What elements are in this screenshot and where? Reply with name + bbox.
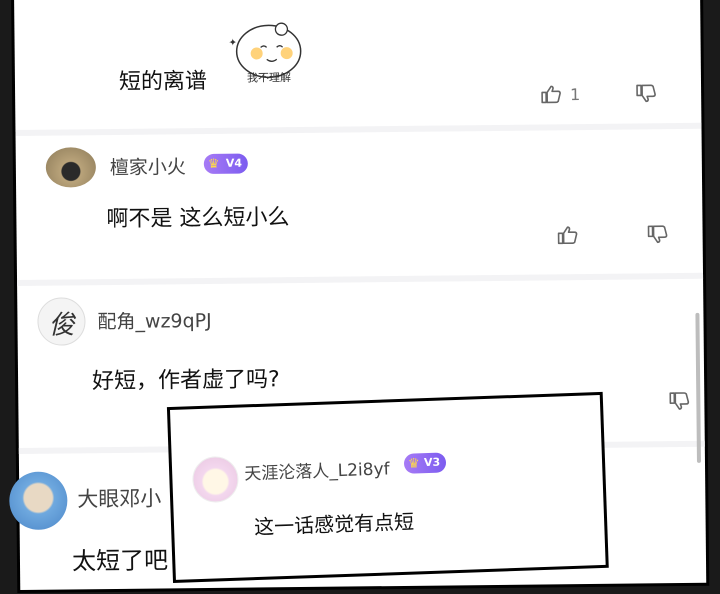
- thumbs-up-icon: [541, 85, 561, 104]
- username[interactable]: 檀家小火: [110, 152, 186, 180]
- comment-item: 短的离谱 ✦ 我不理解 1: [14, 0, 701, 130]
- thumbs-up-icon: [557, 226, 578, 245]
- dislike-button[interactable]: [646, 224, 668, 244]
- sticker-caption: 我不理解: [246, 71, 292, 85]
- avatar[interactable]: 俊: [37, 297, 86, 346]
- overlay-comment-card: 天涯沦落人_L2i8yf ♛ V3 这一话感觉有点短: [170, 394, 606, 580]
- crown-icon: ♛: [407, 456, 420, 472]
- comment-text: 短的离谱: [118, 68, 208, 95]
- level-badge-text: V4: [225, 156, 243, 170]
- comment-text: 啊不是 这么短小么: [106, 205, 290, 233]
- dislike-button[interactable]: [635, 83, 657, 103]
- like-button[interactable]: 1: [540, 84, 580, 104]
- thumbs-down-icon: [669, 392, 690, 410]
- comment-text: 太短了吧: [71, 546, 169, 576]
- thumbs-down-icon: [647, 225, 668, 244]
- avatar[interactable]: [45, 147, 97, 188]
- like-count: 1: [570, 84, 581, 104]
- username[interactable]: 配角_wz9qPJ: [97, 306, 212, 334]
- username[interactable]: 天涯沦落人_L2i8yf: [244, 454, 390, 484]
- comment-text: 好短，作者虚了吗?: [91, 367, 280, 395]
- thumbs-down-icon: [636, 84, 656, 103]
- sticker-image: ✦ 我不理解: [216, 17, 312, 88]
- comment-text: 这一话感觉有点短: [253, 509, 415, 540]
- comment-item: 檀家小火 ♛ V4 啊不是 这么短小么: [16, 129, 703, 276]
- svg-text:✦: ✦: [229, 38, 238, 49]
- level-badge: ♛ V3: [403, 452, 447, 474]
- username[interactable]: 大眼邓小: [77, 482, 161, 513]
- level-badge: ♛ V4: [203, 153, 249, 175]
- crown-icon: ♛: [207, 156, 220, 172]
- avatar-text: 俊: [48, 310, 75, 341]
- like-button[interactable]: [556, 225, 578, 245]
- dislike-button[interactable]: [668, 391, 690, 411]
- avatar[interactable]: [9, 471, 68, 531]
- level-badge-text: V3: [423, 455, 441, 470]
- avatar[interactable]: [191, 455, 240, 504]
